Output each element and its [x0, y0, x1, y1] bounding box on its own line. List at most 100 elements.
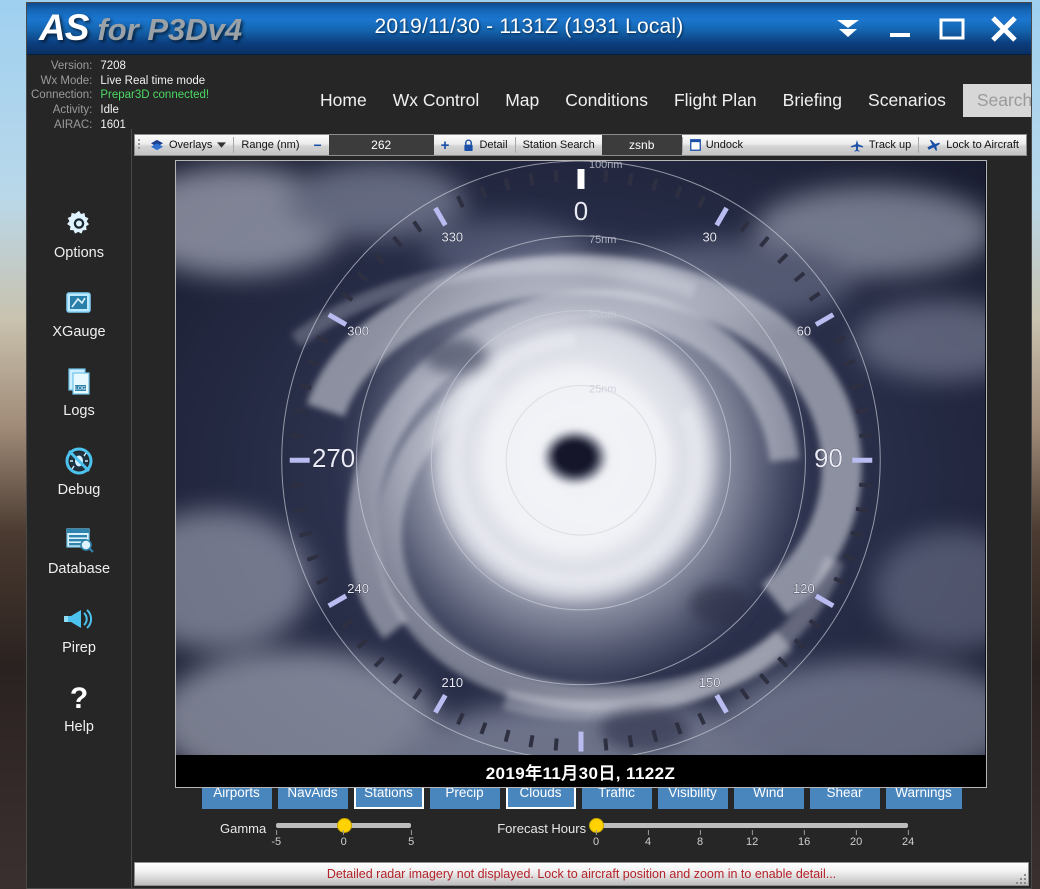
- range-label-text: Range (nm): [241, 139, 300, 151]
- main-navigation: Home Wx Control Map Conditions Flight Pl…: [307, 79, 1031, 121]
- chevron-down-icon: [217, 141, 227, 148]
- forecast-slider-block: Forecast Hours 0 4 8 12 16 20 24: [497, 816, 914, 856]
- aircraft-icon: [927, 139, 941, 151]
- slider-tick: 8: [697, 830, 703, 848]
- gamma-slider[interactable]: -5 0 5: [271, 816, 414, 856]
- track-up-button[interactable]: Track up: [843, 135, 918, 155]
- slider-tick-label: -5: [271, 836, 282, 848]
- slider-tick-mark: [343, 830, 345, 835]
- slider-tick-label: 20: [849, 836, 863, 848]
- status-label: Version:: [50, 60, 93, 72]
- station-search-label: Station Search: [522, 139, 595, 151]
- nav-item-flight-plan[interactable]: Flight Plan: [661, 86, 770, 115]
- slider-tick-mark: [410, 830, 412, 835]
- sidebar-label: Database: [47, 561, 111, 577]
- status-bar-message: Detailed radar imagery not displayed. Lo…: [326, 867, 837, 881]
- slider-tick-label: 4: [645, 836, 652, 848]
- debug-bug-icon: [64, 444, 94, 478]
- storm-eye: [542, 430, 607, 485]
- detail-lock-button[interactable]: Detail: [456, 135, 514, 155]
- window-resize-grip[interactable]: [1014, 872, 1026, 884]
- application-window: AS for P3Dv4 2019/11/30 - 1131Z (1931 Lo…: [26, 2, 1032, 889]
- map-toolbar: Overlays Range (nm) − 262 + Detail Stati…: [134, 134, 1027, 156]
- nav-item-search[interactable]: Search: [962, 83, 1031, 117]
- status-value: 7208: [100, 60, 126, 72]
- status-info-row: Connection: Prepar3D connected!: [31, 88, 209, 103]
- slider-tick-mark: [855, 830, 857, 835]
- slider-tick: 4: [645, 830, 651, 848]
- sidebar-item-logs[interactable]: LOG Logs: [32, 365, 127, 419]
- station-input[interactable]: zsnb: [601, 135, 682, 155]
- slider-tick: 0: [341, 830, 347, 848]
- log-document-icon: LOG: [65, 365, 93, 399]
- detail-label: Detail: [479, 139, 508, 151]
- svg-text:LOG: LOG: [75, 386, 86, 392]
- range-value-field[interactable]: 262: [328, 135, 434, 155]
- slider-tick-mark: [907, 830, 909, 835]
- range-decrease-button[interactable]: −: [306, 135, 328, 155]
- satellite-imagery: [175, 161, 986, 787]
- slider-tick: 5: [408, 830, 414, 848]
- undock-label: Undock: [705, 139, 744, 151]
- station-search-button[interactable]: Station Search: [516, 135, 602, 155]
- sidebar-item-database[interactable]: Database: [32, 523, 127, 577]
- sidebar-item-options[interactable]: Options: [32, 207, 127, 261]
- close-button[interactable]: [985, 9, 1023, 49]
- slider-tick-label: 16: [797, 836, 811, 848]
- sidebar-label: Options: [54, 245, 104, 261]
- forecast-slider-track[interactable]: [596, 823, 909, 828]
- status-info-row: Version: 7208: [31, 59, 209, 74]
- slider-tick: -5: [271, 830, 281, 848]
- forecast-hours-slider[interactable]: 0 4 8 12 16 20 24: [589, 816, 914, 856]
- window-controls: [829, 3, 1023, 55]
- status-label: Wx Mode:: [40, 74, 93, 87]
- radar-caption-bar: 2019年11月30日, 1122Z: [175, 755, 986, 787]
- sidebar-item-debug[interactable]: Debug: [32, 444, 127, 498]
- minimize-button[interactable]: [881, 9, 919, 49]
- lock-to-aircraft-button[interactable]: Lock to Aircraft: [919, 135, 1026, 155]
- nav-item-map[interactable]: Map: [492, 86, 552, 115]
- slider-tick-mark: [699, 830, 701, 835]
- slider-tick-mark: [595, 830, 597, 835]
- radar-display[interactable]: 25nm 50nm 75nm 100nm 0 30 60 90 120 150 210 240…: [174, 160, 987, 788]
- overlays-dropdown[interactable]: Overlays: [143, 135, 233, 155]
- status-value: Idle: [100, 104, 119, 117]
- slider-tick-label: 24: [901, 836, 915, 848]
- status-label: Activity:: [52, 104, 93, 117]
- map-panel: Overlays Range (nm) − 262 + Detail Stati…: [132, 129, 1031, 888]
- status-value: Live Real time mode: [100, 74, 206, 87]
- nav-item-wx-control[interactable]: Wx Control: [380, 86, 493, 115]
- sidebar-item-pirep[interactable]: Pirep: [32, 602, 127, 656]
- lock-icon: [464, 139, 474, 151]
- radar-caption-text: 2019年11月30日, 1122Z: [485, 763, 676, 783]
- nav-item-briefing[interactable]: Briefing: [770, 86, 855, 115]
- nav-item-home[interactable]: Home: [307, 86, 380, 115]
- sidebar-item-help[interactable]: ? Help: [32, 681, 127, 735]
- maximize-button[interactable]: [933, 9, 971, 49]
- undock-button[interactable]: Undock: [683, 135, 750, 155]
- collapse-button[interactable]: [829, 9, 867, 49]
- nav-item-scenarios[interactable]: Scenarios: [855, 86, 959, 115]
- track-up-label: Track up: [868, 139, 912, 151]
- status-bar: Detailed radar imagery not displayed. Lo…: [134, 862, 1029, 886]
- plane-up-icon: [850, 139, 863, 152]
- sidebar-item-xgauge[interactable]: XGauge: [32, 286, 127, 340]
- toolbar-drag-handle[interactable]: [135, 135, 143, 155]
- status-info-block: Version: 7208 Wx Mode: Live Real time mo…: [31, 59, 209, 133]
- slider-tick-label: 12: [745, 836, 759, 848]
- sliders-row: Gamma -5 0 5 Forecast Hours 0 4 8 12 16 20 24: [132, 812, 1031, 860]
- left-sidebar: Options XGauge LOG Logs Debug Database P…: [27, 129, 132, 888]
- slider-tick: 24: [902, 830, 914, 848]
- app-logo: AS for P3Dv4: [39, 7, 242, 49]
- layers-icon: [151, 139, 163, 151]
- gamma-label: Gamma: [220, 821, 267, 836]
- range-increase-button[interactable]: +: [434, 135, 457, 155]
- logo-as-text: AS: [39, 7, 89, 48]
- nav-item-conditions[interactable]: Conditions: [552, 86, 661, 115]
- content-area: Options XGauge LOG Logs Debug Database P…: [27, 129, 1031, 888]
- lock-to-aircraft-label: Lock to Aircraft: [946, 139, 1019, 151]
- svg-text:?: ?: [70, 682, 88, 714]
- sidebar-label: Debug: [57, 482, 101, 498]
- status-label: Connection:: [31, 89, 93, 102]
- status-value-connection: Prepar3D connected!: [100, 89, 210, 102]
